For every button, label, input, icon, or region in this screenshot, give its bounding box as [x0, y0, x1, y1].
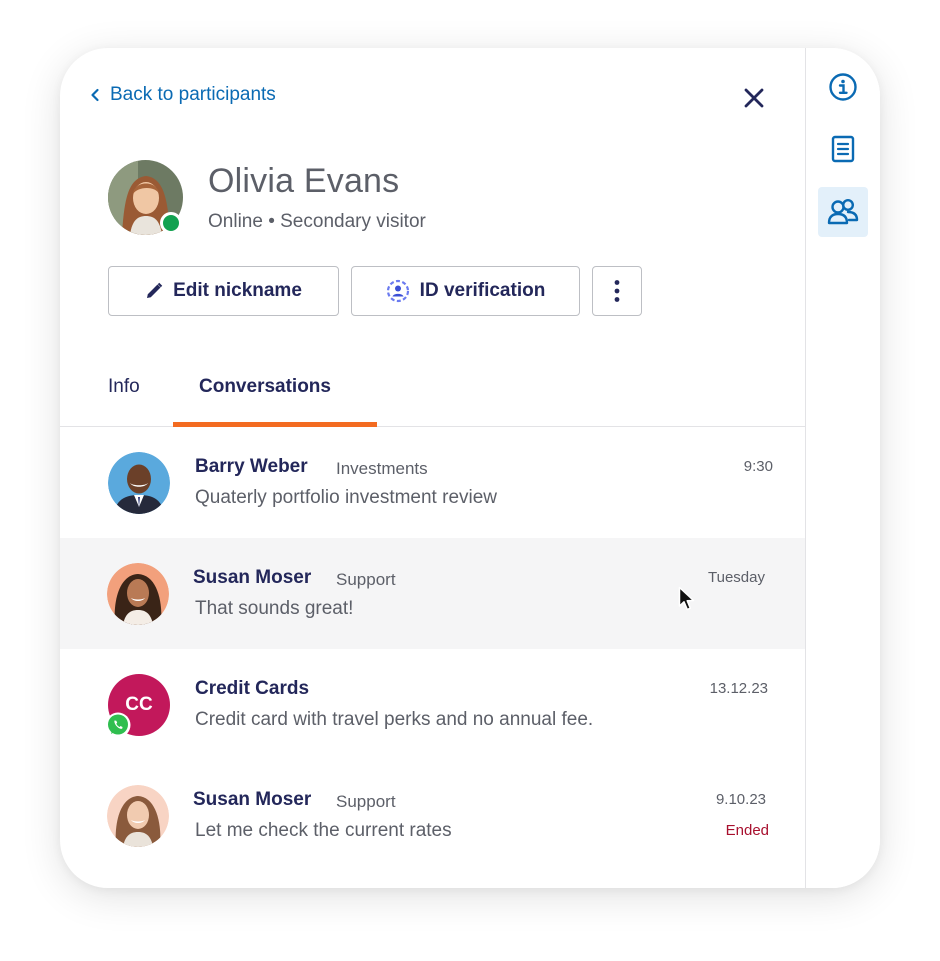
conversation-name: Susan Moser — [193, 789, 312, 810]
conversation-team: Investments — [336, 459, 428, 478]
back-link-label: Back to participants — [110, 84, 276, 105]
more-vertical-icon — [614, 280, 620, 302]
conversation-item[interactable]: CC Credit Cards Credit card with travel … — [60, 649, 805, 760]
conversation-item[interactable]: Susan Moser Support Let me check the cur… — [60, 760, 805, 871]
susan-moser-avatar — [107, 563, 169, 625]
conversation-list: Barry Weber Investments Quaterly portfol… — [60, 427, 805, 871]
conversation-time: Tuesday — [708, 569, 765, 586]
id-verification-icon — [386, 279, 409, 303]
panel-main: Back to participants Olivia Evans Online… — [60, 48, 805, 888]
profile-name: Olivia Evans — [208, 162, 400, 200]
id-verification-button[interactable]: ID verification — [351, 266, 580, 316]
pencil-icon — [147, 282, 163, 298]
conversation-time: 13.12.23 — [709, 680, 768, 697]
conversation-name: Credit Cards — [195, 678, 310, 699]
conversation-time: 9.10.23 — [715, 791, 766, 808]
back-to-participants-link[interactable]: Back to participants — [90, 84, 276, 106]
conversation-item[interactable]: Barry Weber Investments Quaterly portfol… — [60, 427, 805, 538]
conversation-message: That sounds great! — [195, 598, 354, 619]
rail-participants-button[interactable] — [818, 187, 868, 237]
id-verification-label: ID verification — [419, 280, 546, 301]
edit-nickname-label: Edit nickname — [173, 280, 302, 301]
rail-notes-button[interactable] — [818, 124, 868, 174]
chevron-left-icon — [91, 88, 99, 102]
conversation-message: Let me check the current rates — [195, 820, 452, 841]
mouse-cursor-icon — [678, 586, 695, 611]
profile-subtitle: Online • Secondary visitor — [208, 211, 426, 232]
info-icon — [829, 73, 857, 101]
whatsapp-icon — [105, 712, 131, 738]
conversation-team: Support — [336, 570, 396, 589]
notes-icon — [831, 135, 855, 163]
conversation-team: Support — [336, 792, 396, 811]
conversation-name: Barry Weber — [195, 456, 308, 477]
close-icon — [744, 88, 764, 108]
rail-info-button[interactable] — [818, 62, 868, 112]
participant-panel: Back to participants Olivia Evans Online… — [60, 48, 880, 888]
barry-weber-avatar — [108, 452, 170, 514]
susan-moser-avatar — [107, 785, 169, 847]
close-button[interactable] — [742, 86, 766, 110]
conversation-message: Quaterly portfolio investment review — [195, 487, 498, 508]
side-rail — [805, 48, 880, 888]
conversation-status-badge: Ended — [725, 822, 769, 839]
tab-info[interactable]: Info — [108, 376, 140, 398]
edit-nickname-button[interactable]: Edit nickname — [108, 266, 339, 316]
tab-conversations[interactable]: Conversations — [199, 376, 331, 398]
conversation-time: 9:30 — [743, 458, 773, 475]
participants-icon — [827, 198, 859, 225]
online-status-dot — [160, 212, 182, 234]
more-options-button[interactable] — [592, 266, 642, 316]
conversation-name: Susan Moser — [193, 567, 312, 588]
profile-avatar — [108, 160, 183, 235]
conversation-message: Credit card with travel perks and no ann… — [195, 709, 594, 730]
